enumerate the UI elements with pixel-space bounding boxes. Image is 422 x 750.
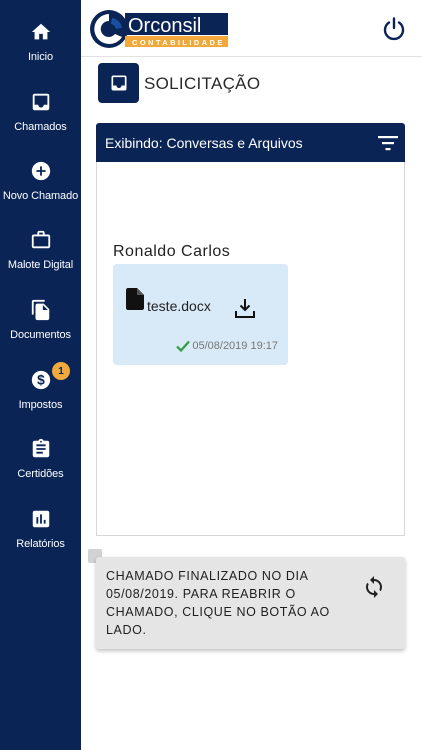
add-circle-icon (29, 159, 53, 183)
sidebar-item-label: Certidões (17, 468, 64, 480)
check-icon (176, 340, 191, 352)
inbox-title-icon (98, 63, 139, 103)
sidebar-item-label: Malote Digital (7, 259, 74, 271)
sidebar-item-novo-chamado[interactable]: Novo Chamado (0, 139, 81, 209)
clipboard-icon (29, 437, 53, 461)
file-icon (126, 288, 144, 310)
closed-notice: CHAMADO FINALIZADO NO DIA 05/08/2019. PA… (96, 557, 405, 649)
svg-text:$: $ (37, 373, 45, 388)
reopen-icon[interactable] (362, 575, 386, 599)
svg-text:CONTABILIDADE: CONTABILIDADE (132, 38, 225, 47)
sidebar-item-label: Inicio (27, 51, 54, 63)
svg-text:Orconsil: Orconsil (128, 15, 201, 37)
message-card: teste.docx 05/08/2019 19:17 (113, 264, 288, 365)
sidebar-item-chamados[interactable]: Chamados (0, 70, 81, 140)
sender-name: Ronaldo Carlos (113, 243, 231, 260)
filter-label: Exibindo: Conversas e Arquivos (105, 134, 303, 151)
message-timestamp: 05/08/2019 19:17 (176, 340, 278, 352)
download-icon[interactable] (234, 297, 256, 319)
chart-icon (29, 507, 53, 531)
dollar-icon: $ (29, 368, 53, 392)
orconsil-logo[interactable]: Orconsil CONTABILIDADE (89, 8, 229, 50)
documents-icon (29, 298, 53, 322)
notice-text: CHAMADO FINALIZADO NO DIA 05/08/2019. PA… (106, 569, 330, 637)
impostos-badge: 1 (52, 362, 70, 380)
home-icon (29, 20, 53, 44)
file-name[interactable]: teste.docx (147, 298, 211, 314)
sidebar-item-label: Documentos (10, 329, 71, 341)
power-icon[interactable] (381, 16, 407, 42)
sidebar-item-impostos[interactable]: $ Impostos (0, 348, 81, 418)
sidebar-item-label: Relatórios (16, 538, 65, 550)
sidebar-item-inicio[interactable]: Inicio (0, 0, 81, 70)
briefcase-icon (29, 228, 53, 252)
sidebar-item-certidoes[interactable]: Certidões (0, 417, 81, 487)
sidebar-item-label: Novo Chamado (2, 190, 79, 202)
filter-icon[interactable] (377, 132, 399, 154)
timestamp-text: 05/08/2019 19:17 (192, 340, 278, 352)
app-header: Orconsil CONTABILIDADE (81, 0, 422, 57)
conversation-panel[interactable]: Ronaldo Carlos teste.docx 05/08/2019 19:… (96, 162, 405, 536)
sidebar-item-relatorios[interactable]: Relatórios (0, 487, 81, 557)
sidebar-item-malote-digital[interactable]: Malote Digital (0, 208, 81, 278)
page-title: SOLICITAÇÃO (144, 74, 261, 93)
sidebar-item-label: Chamados (14, 121, 67, 133)
sidebar: Inicio Chamados Novo Chamado Malote Digi… (0, 0, 81, 750)
sidebar-item-documentos[interactable]: Documentos (0, 278, 81, 348)
filter-bar: Exibindo: Conversas e Arquivos (96, 123, 405, 162)
inbox-icon (29, 90, 53, 114)
sidebar-item-label: Impostos (18, 399, 63, 411)
